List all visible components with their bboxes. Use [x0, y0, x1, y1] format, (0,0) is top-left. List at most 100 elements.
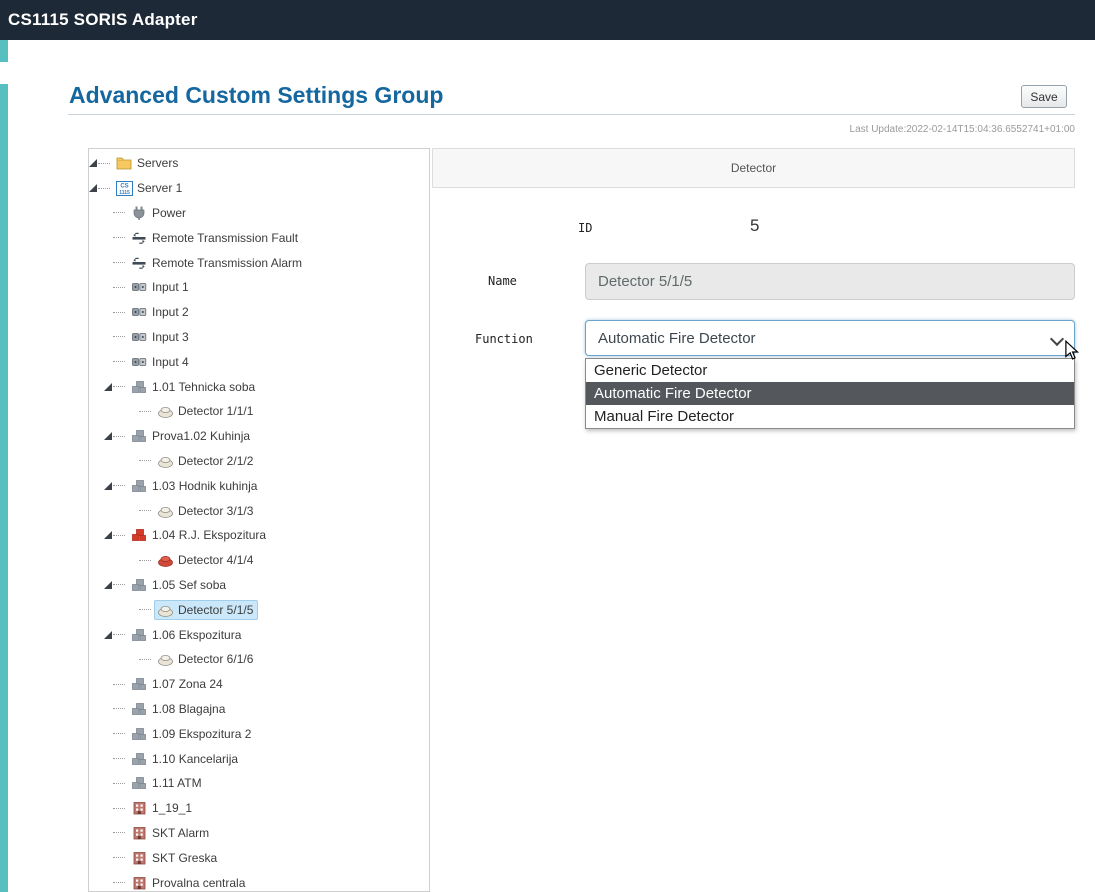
tree-item[interactable]: 1.09 Ekspozitura 2	[89, 721, 429, 746]
tree-item-content[interactable]: Detector 6/1/6	[154, 649, 258, 669]
zone-icon	[130, 775, 148, 791]
tree-connector	[139, 411, 151, 412]
tree-item[interactable]: Input 4	[89, 349, 429, 374]
tree-item-content[interactable]: 1.05 Sef soba	[128, 575, 231, 595]
tree-item[interactable]: Provalna centrala	[89, 870, 429, 892]
tree-item[interactable]: SKT Greska	[89, 845, 429, 870]
expand-collapse-icon[interactable]	[104, 383, 112, 391]
tree-item[interactable]: 1.04 R.J. Ekspozitura	[89, 523, 429, 548]
save-button[interactable]: Save	[1021, 85, 1067, 108]
tree-connector	[113, 485, 125, 486]
expand-collapse-icon[interactable]	[89, 184, 97, 192]
tree-item-content[interactable]: Input 2	[128, 302, 194, 322]
tree-item[interactable]: Prova1.02 Kuhinja	[89, 424, 429, 449]
id-value: 5	[750, 216, 759, 236]
tree-item-content[interactable]: SKT Greska	[128, 848, 222, 868]
tree-item[interactable]: 1.01 Tehnicka soba	[89, 374, 429, 399]
tree-item[interactable]: Detector 6/1/6	[89, 647, 429, 672]
tree-item-content[interactable]: CS1115Server 1	[113, 178, 187, 198]
tree-connector	[113, 857, 125, 858]
expand-collapse-icon[interactable]	[89, 159, 97, 167]
tree-item-content[interactable]: 1.09 Ekspozitura 2	[128, 724, 256, 744]
tree-item[interactable]: CS1115Server 1	[89, 176, 429, 201]
tree-item-content[interactable]: Provalna centrala	[128, 873, 250, 892]
function-dropdown-list: Generic DetectorAutomatic Fire DetectorM…	[585, 358, 1075, 429]
dropdown-option[interactable]: Automatic Fire Detector	[586, 382, 1074, 405]
tree-item[interactable]: Detector 5/1/5	[89, 597, 429, 622]
expand-collapse-icon[interactable]	[104, 482, 112, 490]
tree-connector	[139, 510, 151, 511]
panel-icon	[130, 875, 148, 891]
tree-item[interactable]: 1_19_1	[89, 796, 429, 821]
tree-item-label: 1.09 Ekspozitura 2	[152, 727, 251, 741]
tree-item-content[interactable]: 1.10 Kancelarija	[128, 749, 243, 769]
tree-item-content[interactable]: Input 4	[128, 352, 194, 372]
tree-item-content[interactable]: Remote Transmission Alarm	[128, 253, 307, 273]
dropdown-option[interactable]: Manual Fire Detector	[586, 405, 1074, 428]
name-input[interactable]: Detector 5/1/5	[585, 263, 1075, 300]
tree-item-content[interactable]: Prova1.02 Kuhinja	[128, 426, 255, 446]
tree-item-content[interactable]: 1.07 Zona 24	[128, 674, 228, 694]
tree-item-content[interactable]: Detector 4/1/4	[154, 550, 258, 570]
tree-item-content[interactable]: 1.11 ATM	[128, 773, 207, 793]
tree-item-content[interactable]: 1.06 Ekspozitura	[128, 625, 246, 645]
tree-item-content[interactable]: Power	[128, 203, 191, 223]
tree-item[interactable]: Input 2	[89, 300, 429, 325]
tree-item-content[interactable]: Input 1	[128, 277, 194, 297]
zone-icon	[130, 478, 148, 494]
tree-item[interactable]: Detector 2/1/2	[89, 449, 429, 474]
tree-item[interactable]: 1.05 Sef soba	[89, 573, 429, 598]
tree-item[interactable]: Detector 1/1/1	[89, 399, 429, 424]
tree-item-content[interactable]: 1.03 Hodnik kuhinja	[128, 476, 262, 496]
tree-item[interactable]: Detector 3/1/3	[89, 498, 429, 523]
tree-item[interactable]: Input 1	[89, 275, 429, 300]
expand-collapse-icon[interactable]	[104, 631, 112, 639]
expand-collapse-icon[interactable]	[104, 531, 112, 539]
tree-item[interactable]: Power	[89, 201, 429, 226]
tree-item-label: 1_19_1	[152, 801, 192, 815]
tree-item-label: Remote Transmission Alarm	[152, 256, 302, 270]
expand-collapse-icon[interactable]	[104, 432, 112, 440]
tree-item[interactable]: SKT Alarm	[89, 821, 429, 846]
tree-item-label: Detector 6/1/6	[178, 652, 253, 666]
function-select[interactable]: Automatic Fire Detector	[585, 320, 1075, 356]
tree-item[interactable]: Remote Transmission Fault	[89, 225, 429, 250]
tree-item[interactable]: Servers	[89, 151, 429, 176]
tree-item-content[interactable]: Servers	[113, 153, 183, 173]
tree-item-label: Prova1.02 Kuhinja	[152, 429, 250, 443]
tree-item-content[interactable]: Input 3	[128, 327, 194, 347]
tree-item-label: 1.06 Ekspozitura	[152, 628, 241, 642]
tree-connector	[113, 312, 125, 313]
tree-item[interactable]: Input 3	[89, 325, 429, 350]
page-title: Advanced Custom Settings Group	[69, 82, 443, 109]
tree-item-content[interactable]: 1.08 Blagajna	[128, 699, 230, 719]
tree-item[interactable]: 1.06 Ekspozitura	[89, 622, 429, 647]
tree-item-content[interactable]: SKT Alarm	[128, 823, 214, 843]
tree-item-selected[interactable]: Detector 5/1/5	[154, 600, 258, 620]
tree-connector	[113, 287, 125, 288]
tree-item-content[interactable]: Detector 2/1/2	[154, 451, 258, 471]
tree-item-label: 1.04 R.J. Ekspozitura	[152, 528, 266, 542]
tree-item-content[interactable]: Detector 1/1/1	[154, 401, 258, 421]
tree-item-content[interactable]: 1_19_1	[128, 798, 197, 818]
tree-item[interactable]: 1.03 Hodnik kuhinja	[89, 473, 429, 498]
tree-item-content[interactable]: 1.01 Tehnicka soba	[128, 377, 260, 397]
tree-connector	[113, 535, 125, 536]
tree-item-label: 1.05 Sef soba	[152, 578, 226, 592]
tree-item[interactable]: Detector 4/1/4	[89, 548, 429, 573]
tree-connector	[113, 882, 125, 883]
tree-item[interactable]: Remote Transmission Alarm	[89, 250, 429, 275]
tree-item-label: Input 1	[152, 280, 189, 294]
zone-icon	[130, 676, 148, 692]
tree-item[interactable]: 1.10 Kancelarija	[89, 746, 429, 771]
dropdown-option[interactable]: Generic Detector	[586, 359, 1074, 382]
detail-panel-title: Detector	[731, 161, 776, 175]
tree-item[interactable]: 1.07 Zona 24	[89, 672, 429, 697]
tree-item-content[interactable]: 1.04 R.J. Ekspozitura	[128, 525, 271, 545]
tree-item[interactable]: 1.08 Blagajna	[89, 697, 429, 722]
tree-item-content[interactable]: Detector 3/1/3	[154, 501, 258, 521]
tree-item-content[interactable]: Remote Transmission Fault	[128, 228, 303, 248]
tree-item[interactable]: 1.11 ATM	[89, 771, 429, 796]
expand-collapse-icon[interactable]	[104, 581, 112, 589]
tree-connector	[113, 386, 125, 387]
